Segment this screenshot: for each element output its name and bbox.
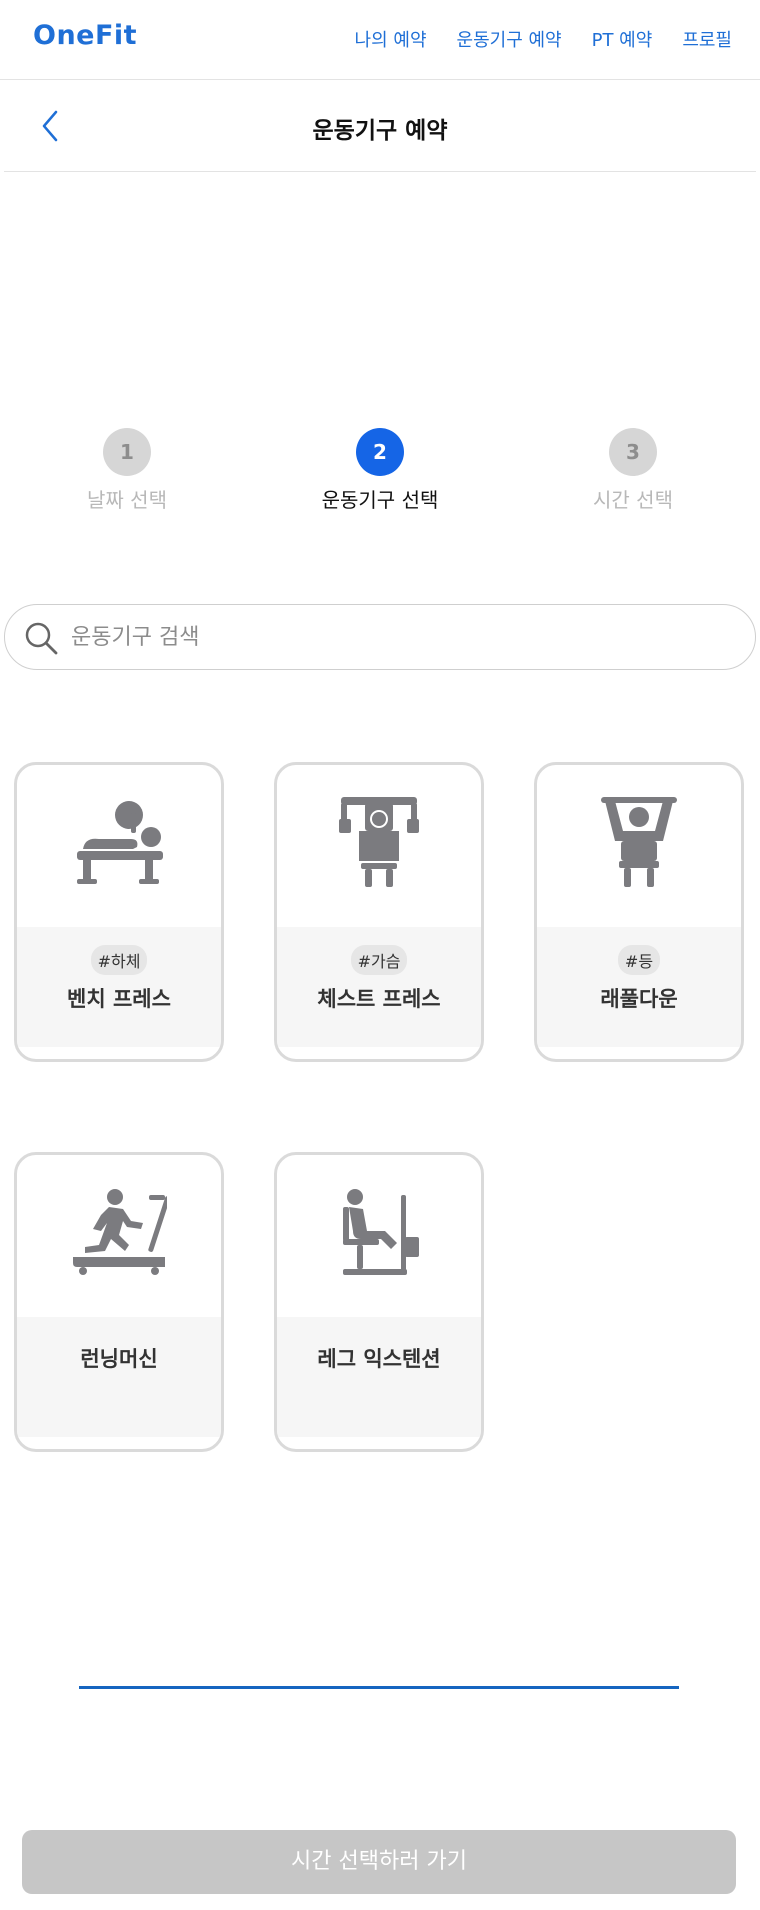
card-icon-area (17, 765, 221, 927)
go-to-time-selection-button[interactable]: 시간 선택하러 가기 (22, 1830, 736, 1894)
equipment-card-chest-press[interactable]: #가슴 체스트 프레스 (274, 762, 484, 1062)
card-info: #하체 벤치 프레스 (17, 927, 221, 1047)
nav-links: 나의 예약 운동기구 예약 PT 예약 프로필 (355, 26, 732, 52)
treadmill-icon (73, 1189, 167, 1275)
nav-pt-reservation[interactable]: PT 예약 (592, 26, 653, 52)
leg-extension-icon (343, 1189, 419, 1275)
equipment-card-leg-extension[interactable]: 레그 익스텐션 (274, 1152, 484, 1452)
card-icon-area (277, 1155, 481, 1317)
step-time: 3 시간 선택 (533, 428, 733, 513)
chest-press-icon (339, 797, 419, 887)
equipment-card-lat-pulldown[interactable]: #등 래풀다운 (534, 762, 744, 1062)
step-number: 2 (356, 428, 404, 476)
page-header: 운동기구 예약 (4, 80, 756, 172)
nav-profile[interactable]: 프로필 (682, 26, 732, 52)
equipment-card-treadmill[interactable]: 런닝머신 (14, 1152, 224, 1452)
muscle-tag: #하체 (90, 945, 148, 975)
step-number: 1 (103, 428, 151, 476)
bench-press-icon (77, 801, 163, 884)
equipment-name: 체스트 프레스 (317, 987, 441, 1011)
muscle-tag: #가슴 (350, 945, 408, 975)
step-number: 3 (609, 428, 657, 476)
card-info: #등 래풀다운 (537, 927, 741, 1047)
card-info: 런닝머신 (17, 1317, 221, 1437)
lat-pulldown-icon (601, 797, 677, 887)
equipment-name: 레그 익스텐션 (317, 1347, 441, 1371)
card-info: 레그 익스텐션 (277, 1317, 481, 1437)
card-icon-area (537, 765, 741, 927)
nav-my-reservations[interactable]: 나의 예약 (355, 26, 427, 52)
top-navbar: OneFit 나의 예약 운동기구 예약 PT 예약 프로필 (0, 0, 760, 80)
step-label: 시간 선택 (593, 488, 673, 512)
section-divider (79, 1686, 679, 1689)
step-label: 운동기구 선택 (321, 488, 439, 512)
progress-stepper: 1 날짜 선택 2 운동기구 선택 3 시간 선택 (0, 428, 760, 518)
card-icon-area (17, 1155, 221, 1317)
equipment-card-bench-press[interactable]: #하체 벤치 프레스 (14, 762, 224, 1062)
equipment-name: 런닝머신 (80, 1347, 158, 1371)
step-date: 1 날짜 선택 (27, 428, 227, 513)
equipment-name: 벤치 프레스 (67, 987, 171, 1011)
card-icon-area (277, 765, 481, 927)
step-label: 날짜 선택 (87, 488, 167, 512)
search-icon (25, 622, 58, 655)
muscle-tag: #등 (617, 945, 661, 975)
brand-logo[interactable]: OneFit (33, 20, 137, 51)
step-equipment: 2 운동기구 선택 (280, 428, 480, 513)
equipment-name: 래풀다운 (600, 987, 678, 1011)
card-info: #가슴 체스트 프레스 (277, 927, 481, 1047)
nav-equipment-reservation[interactable]: 운동기구 예약 (457, 26, 562, 52)
page-title: 운동기구 예약 (312, 118, 448, 144)
search-bar (4, 604, 756, 670)
search-input[interactable] (71, 617, 711, 657)
